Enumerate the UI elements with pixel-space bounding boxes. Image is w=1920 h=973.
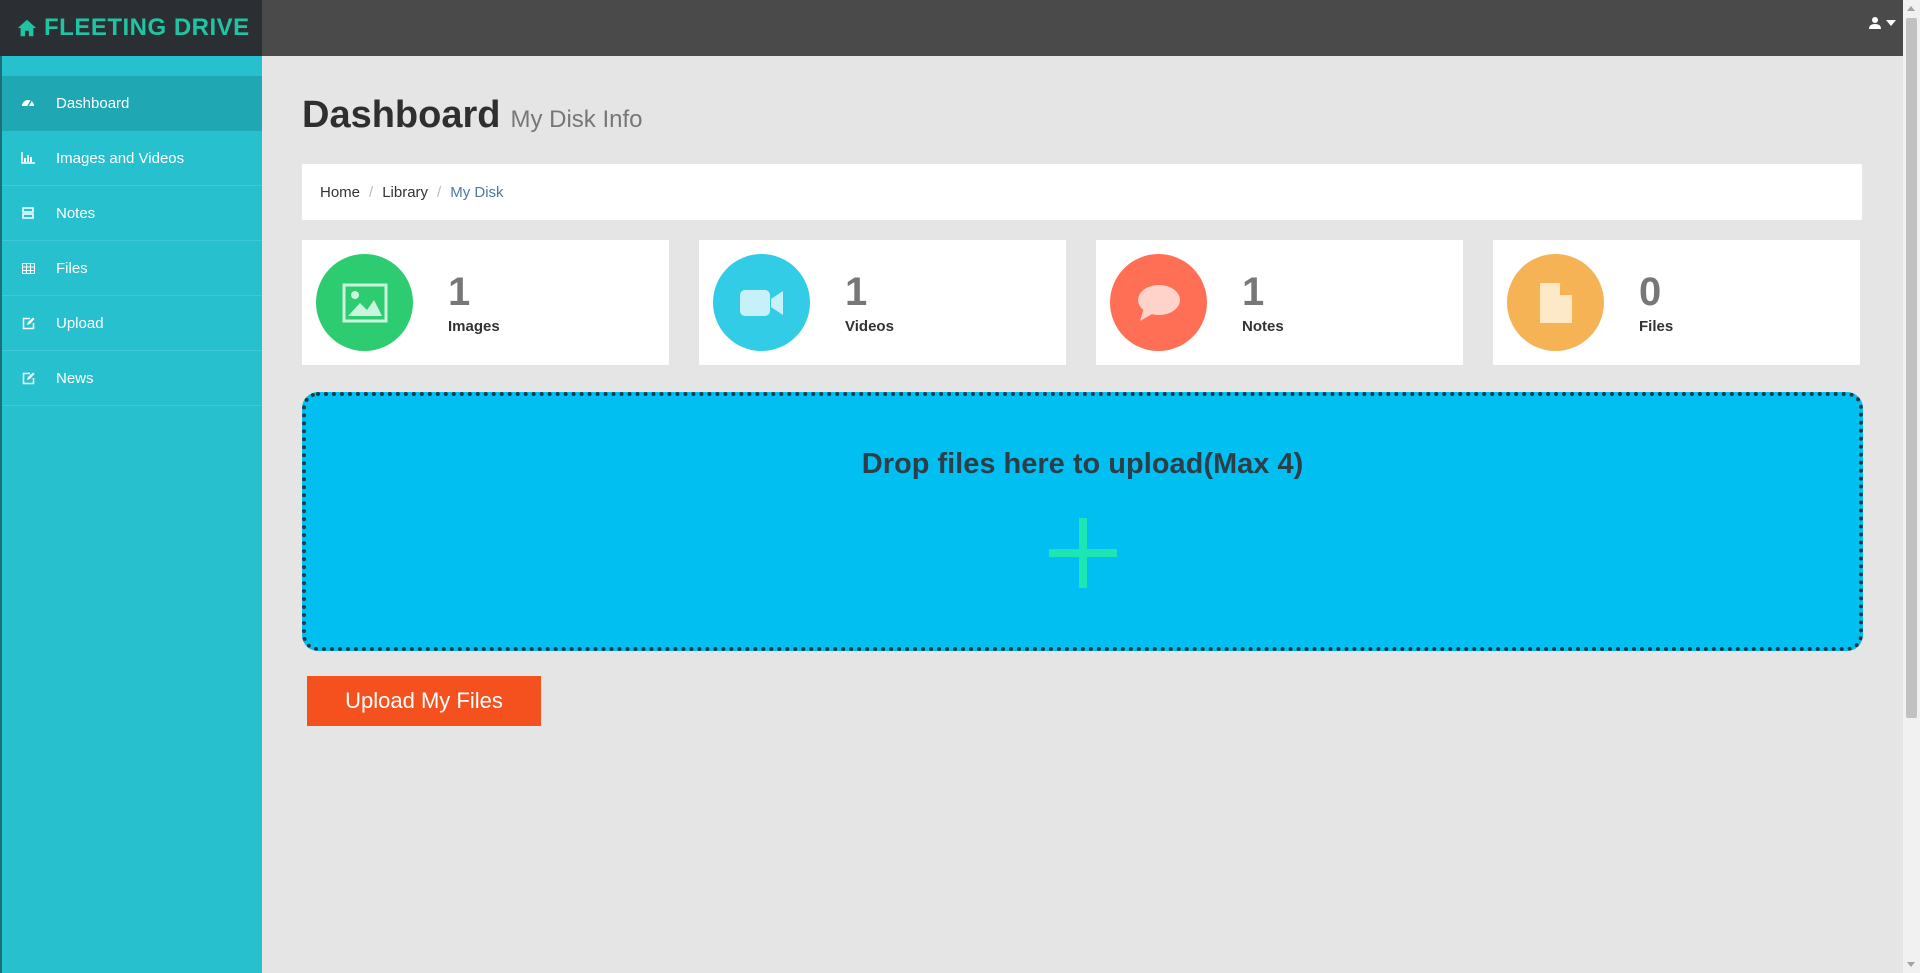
breadcrumb-home[interactable]: Home [320, 184, 360, 201]
stat-label: Images [448, 318, 500, 335]
sidebar-item-label: Upload [56, 314, 104, 332]
file-dropzone[interactable]: Drop files here to upload(Max 4) [302, 392, 1863, 651]
stat-icon-circle [713, 254, 810, 351]
stat-icon-circle [1507, 254, 1604, 351]
scrollbar-thumb[interactable] [1906, 18, 1917, 718]
sidebar-item-files[interactable]: Files [2, 241, 262, 296]
sidebar-item-news[interactable]: News [2, 351, 262, 406]
video-camera-icon [739, 289, 783, 316]
bar-chart-icon [20, 150, 36, 166]
stat-value: 0 [1639, 270, 1662, 314]
page-title: Dashboard [302, 94, 501, 136]
breadcrumb-current: My Disk [450, 183, 504, 201]
breadcrumb-library[interactable]: Library [382, 184, 428, 201]
sidebar-item-dashboard[interactable]: Dashboard [2, 76, 262, 131]
breadcrumb: Home / Library / My Disk [302, 164, 1862, 220]
top-navbar: FLEETING DRIVE [0, 0, 1920, 56]
scroll-up-arrow-icon[interactable] [1907, 6, 1915, 11]
stat-card-videos: 1 Videos [699, 240, 1066, 365]
dashboard-icon [20, 95, 36, 111]
brand-name: FLEETING DRIVE [44, 14, 250, 41]
dropzone-text: Drop files here to upload(Max 4) [861, 448, 1304, 480]
plus-icon [1048, 518, 1117, 588]
stat-value: 1 [845, 270, 868, 314]
caret-down-icon [1886, 20, 1896, 26]
stat-label: Videos [845, 318, 894, 335]
vertical-scrollbar[interactable] [1903, 0, 1920, 973]
sidebar-nav: Dashboard Images and Videos Notes Files … [2, 76, 262, 406]
edit-icon [20, 370, 36, 386]
upload-my-files-button[interactable]: Upload My Files [307, 676, 541, 726]
stat-value: 1 [1242, 270, 1265, 314]
stat-card-files: 0 Files [1493, 240, 1860, 365]
page-header: Dashboard My Disk Info [302, 94, 1862, 142]
sidebar: Dashboard Images and Videos Notes Files … [0, 56, 262, 973]
file-icon [1539, 282, 1572, 323]
stat-value: 1 [448, 270, 471, 314]
page-subtitle: My Disk Info [510, 106, 643, 133]
stat-card-images: 1 Images [302, 240, 669, 365]
stat-label: Notes [1242, 318, 1284, 335]
user-icon [1869, 17, 1881, 29]
scroll-down-arrow-icon[interactable] [1907, 962, 1915, 967]
stat-label: Files [1639, 318, 1674, 335]
edit-icon [20, 315, 36, 331]
sidebar-item-label: Files [56, 259, 88, 277]
sidebar-item-images-and-videos[interactable]: Images and Videos [2, 131, 262, 186]
sidebar-item-upload[interactable]: Upload [2, 296, 262, 351]
user-menu[interactable] [1868, 16, 1896, 30]
home-icon [17, 19, 37, 37]
sidebar-item-label: Dashboard [56, 94, 130, 112]
breadcrumb-separator: / [369, 183, 374, 201]
sidebar-item-notes[interactable]: Notes [2, 186, 262, 241]
brand[interactable]: FLEETING DRIVE [0, 0, 262, 56]
breadcrumb-separator: / [437, 183, 442, 201]
image-icon [342, 283, 387, 322]
comment-icon [1137, 284, 1180, 321]
sidebar-item-label: News [56, 369, 94, 387]
main-content: Dashboard My Disk Info Home / Library / … [302, 56, 1863, 726]
sidebar-item-label: Images and Videos [56, 149, 185, 167]
stats-row: 1 Images 1 Videos 1 Notes 0 Files [302, 240, 1862, 365]
table-icon [20, 260, 36, 276]
notes-icon [20, 205, 36, 221]
stat-card-notes: 1 Notes [1096, 240, 1463, 365]
stat-icon-circle [1110, 254, 1207, 351]
stat-icon-circle [316, 254, 413, 351]
sidebar-item-label: Notes [56, 204, 96, 222]
